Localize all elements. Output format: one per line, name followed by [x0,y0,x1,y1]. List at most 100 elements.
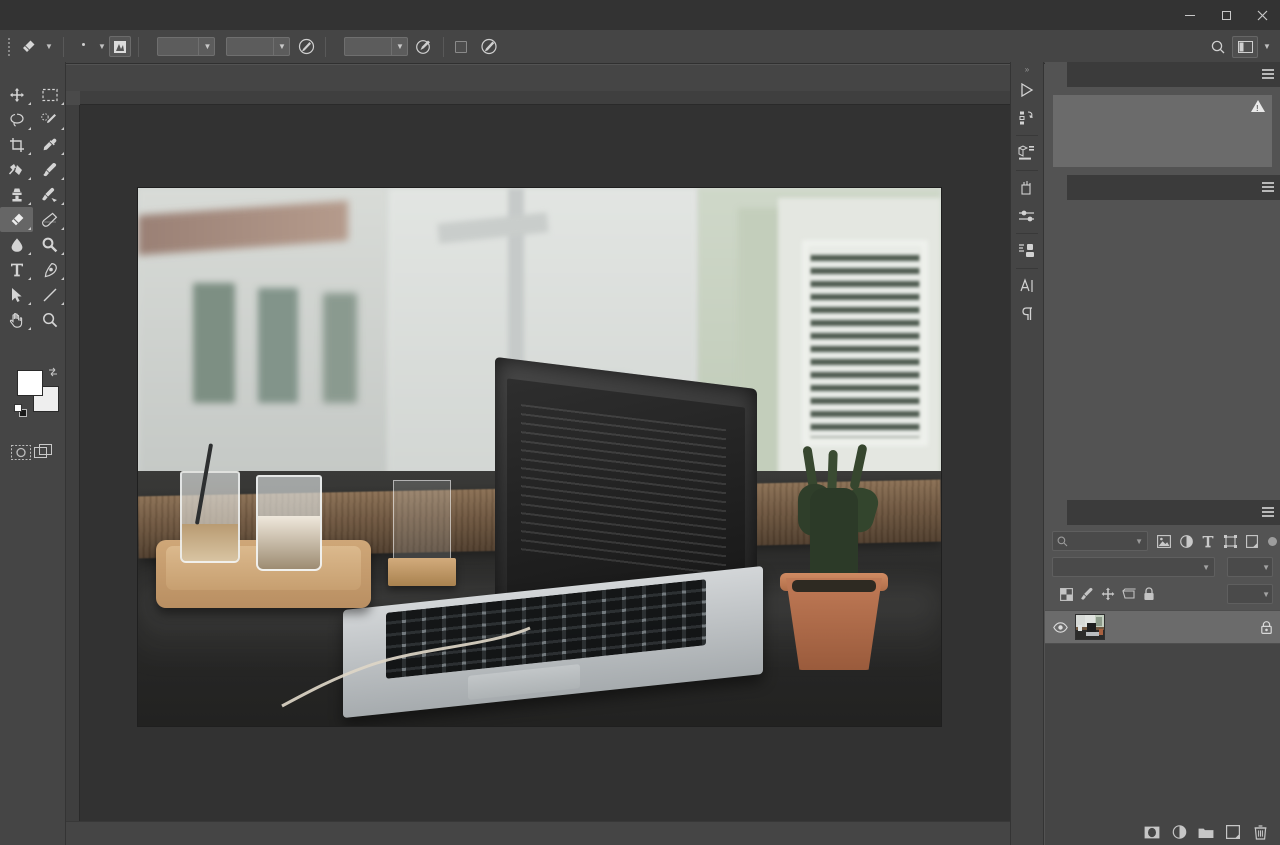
clone-stamp-tool[interactable] [0,182,33,207]
character-icon[interactable] [1011,272,1043,300]
layer-visibility-eye-icon[interactable] [1052,621,1068,633]
layers-panel-menu-icon[interactable] [1262,507,1274,519]
brush-preset-chevron-down-icon[interactable]: ▼ [95,36,109,58]
toggle-brush-panel-icon[interactable] [109,36,131,57]
filter-shape-icon[interactable] [1220,531,1240,551]
move-tool[interactable] [0,82,33,107]
menu-item-image[interactable] [82,0,104,30]
link-layers-button[interactable] [1082,824,1106,840]
vertical-ruler[interactable] [66,105,80,821]
lock-transparent-pixels-icon[interactable] [1060,587,1073,601]
dodge-tool[interactable] [33,232,66,257]
eyedropper-tool[interactable] [33,132,66,157]
lock-image-pixels-icon[interactable] [1080,587,1094,601]
erase-to-history-checkbox[interactable] [455,40,473,53]
search-icon[interactable] [1206,36,1230,58]
tab-info[interactable] [1067,62,1089,87]
layer-row-background[interactable] [1045,610,1280,644]
maximize-button[interactable] [1208,2,1244,28]
type-tool[interactable] [0,257,33,282]
layer-filter-kind-select[interactable]: ▼ [1052,531,1148,551]
ruler-origin-corner[interactable] [66,91,80,105]
actions-icon[interactable] [1011,76,1043,104]
lock-artboard-nesting-icon[interactable] [1122,588,1136,601]
path-selection-tool[interactable] [0,282,33,307]
eraser-tool[interactable] [0,207,33,232]
quick-selection-tool[interactable] [33,107,66,132]
canvas-viewport[interactable] [80,105,1010,821]
properties-icon[interactable] [1011,174,1043,202]
lock-all-icon[interactable] [1143,587,1155,601]
adjustment-layer-button[interactable] [1171,824,1187,840]
opacity-input[interactable]: ▼ [226,37,290,56]
swap-colors-icon[interactable] [47,366,59,378]
rail-collapse-icon[interactable]: » [1011,62,1043,76]
layer-mask-button[interactable] [1144,824,1160,840]
crop-tool[interactable] [0,132,33,157]
flow-input[interactable]: ▼ [344,37,408,56]
horizontal-ruler[interactable] [66,91,1010,105]
lasso-tool[interactable] [0,107,33,132]
zoom-tool[interactable] [33,307,66,332]
eraser-icon[interactable] [14,34,42,59]
gradient-tool[interactable] [33,207,66,232]
menu-item-view[interactable] [192,0,214,30]
airbrush-icon[interactable] [412,36,436,58]
menu-item-window[interactable] [214,0,236,30]
document-image[interactable] [137,187,942,727]
layer-thumbnail[interactable] [1075,614,1105,640]
filter-adjustment-icon[interactable] [1176,531,1196,551]
rectangular-marquee-tool[interactable] [33,82,66,107]
menu-item-type[interactable] [126,0,148,30]
histogram-graph[interactable] [1053,95,1272,167]
delete-layer-button[interactable] [1252,824,1268,840]
paragraph-icon[interactable] [1011,300,1043,328]
histogram-panel-menu-icon[interactable] [1262,69,1274,81]
foreground-color-swatch[interactable] [17,370,43,396]
layer-opacity-input[interactable]: ▼ [1227,557,1273,577]
adjustments-icon[interactable] [1011,202,1043,230]
zoom-level-input[interactable] [74,825,136,842]
menu-item-file[interactable] [38,0,60,30]
layer-filter-toggle[interactable] [1268,536,1277,546]
3d-icon[interactable] [1011,139,1043,167]
default-colors-icon[interactable] [14,404,28,418]
menu-item-select[interactable] [148,0,170,30]
brush-size-picker[interactable] [71,34,95,60]
history-brush-tool[interactable] [33,182,66,207]
new-group-button[interactable] [1198,824,1214,840]
pressure-opacity-icon[interactable] [294,36,318,58]
layer-fill-input[interactable]: ▼ [1227,584,1273,604]
minimize-button[interactable] [1172,2,1208,28]
filter-type-icon[interactable] [1198,531,1218,551]
tab-channels[interactable] [1067,500,1089,525]
cached-data-warning-icon[interactable] [1251,100,1265,113]
quick-mask-icon[interactable] [10,442,32,462]
blend-mode-select[interactable]: ▼ [1052,557,1215,577]
menu-item-help[interactable] [236,0,258,30]
mode-select[interactable]: ▼ [157,37,215,56]
hand-tool[interactable] [0,307,33,332]
close-button[interactable] [1244,2,1280,28]
filter-smart-object-icon[interactable] [1242,531,1262,551]
workspace-switcher-icon[interactable] [1232,35,1258,58]
menu-item-filter[interactable] [170,0,192,30]
workspace-chevron-down-icon[interactable]: ▼ [1260,36,1274,58]
pressure-size-icon[interactable] [477,36,501,58]
styles-icon[interactable] [1011,237,1043,265]
lock-position-icon[interactable] [1101,587,1115,601]
new-layer-button[interactable] [1225,824,1241,840]
libraries-panel-body[interactable] [1045,200,1280,500]
eraser-preset-chevron-down-icon[interactable]: ▼ [42,36,56,58]
healing-brush-tool[interactable] [0,157,33,182]
options-bar-grip[interactable] [6,37,14,56]
tab-histogram[interactable] [1045,62,1067,87]
screen-mode-icon[interactable] [33,442,55,462]
libraries-panel-menu-icon[interactable] [1262,182,1274,194]
menu-item-layer[interactable] [104,0,126,30]
layer-style-button[interactable] [1117,824,1133,840]
pen-tool[interactable] [33,257,66,282]
filter-pixel-icon[interactable] [1154,531,1174,551]
line-tool[interactable] [33,282,66,307]
tab-adjustments[interactable] [1067,175,1089,200]
